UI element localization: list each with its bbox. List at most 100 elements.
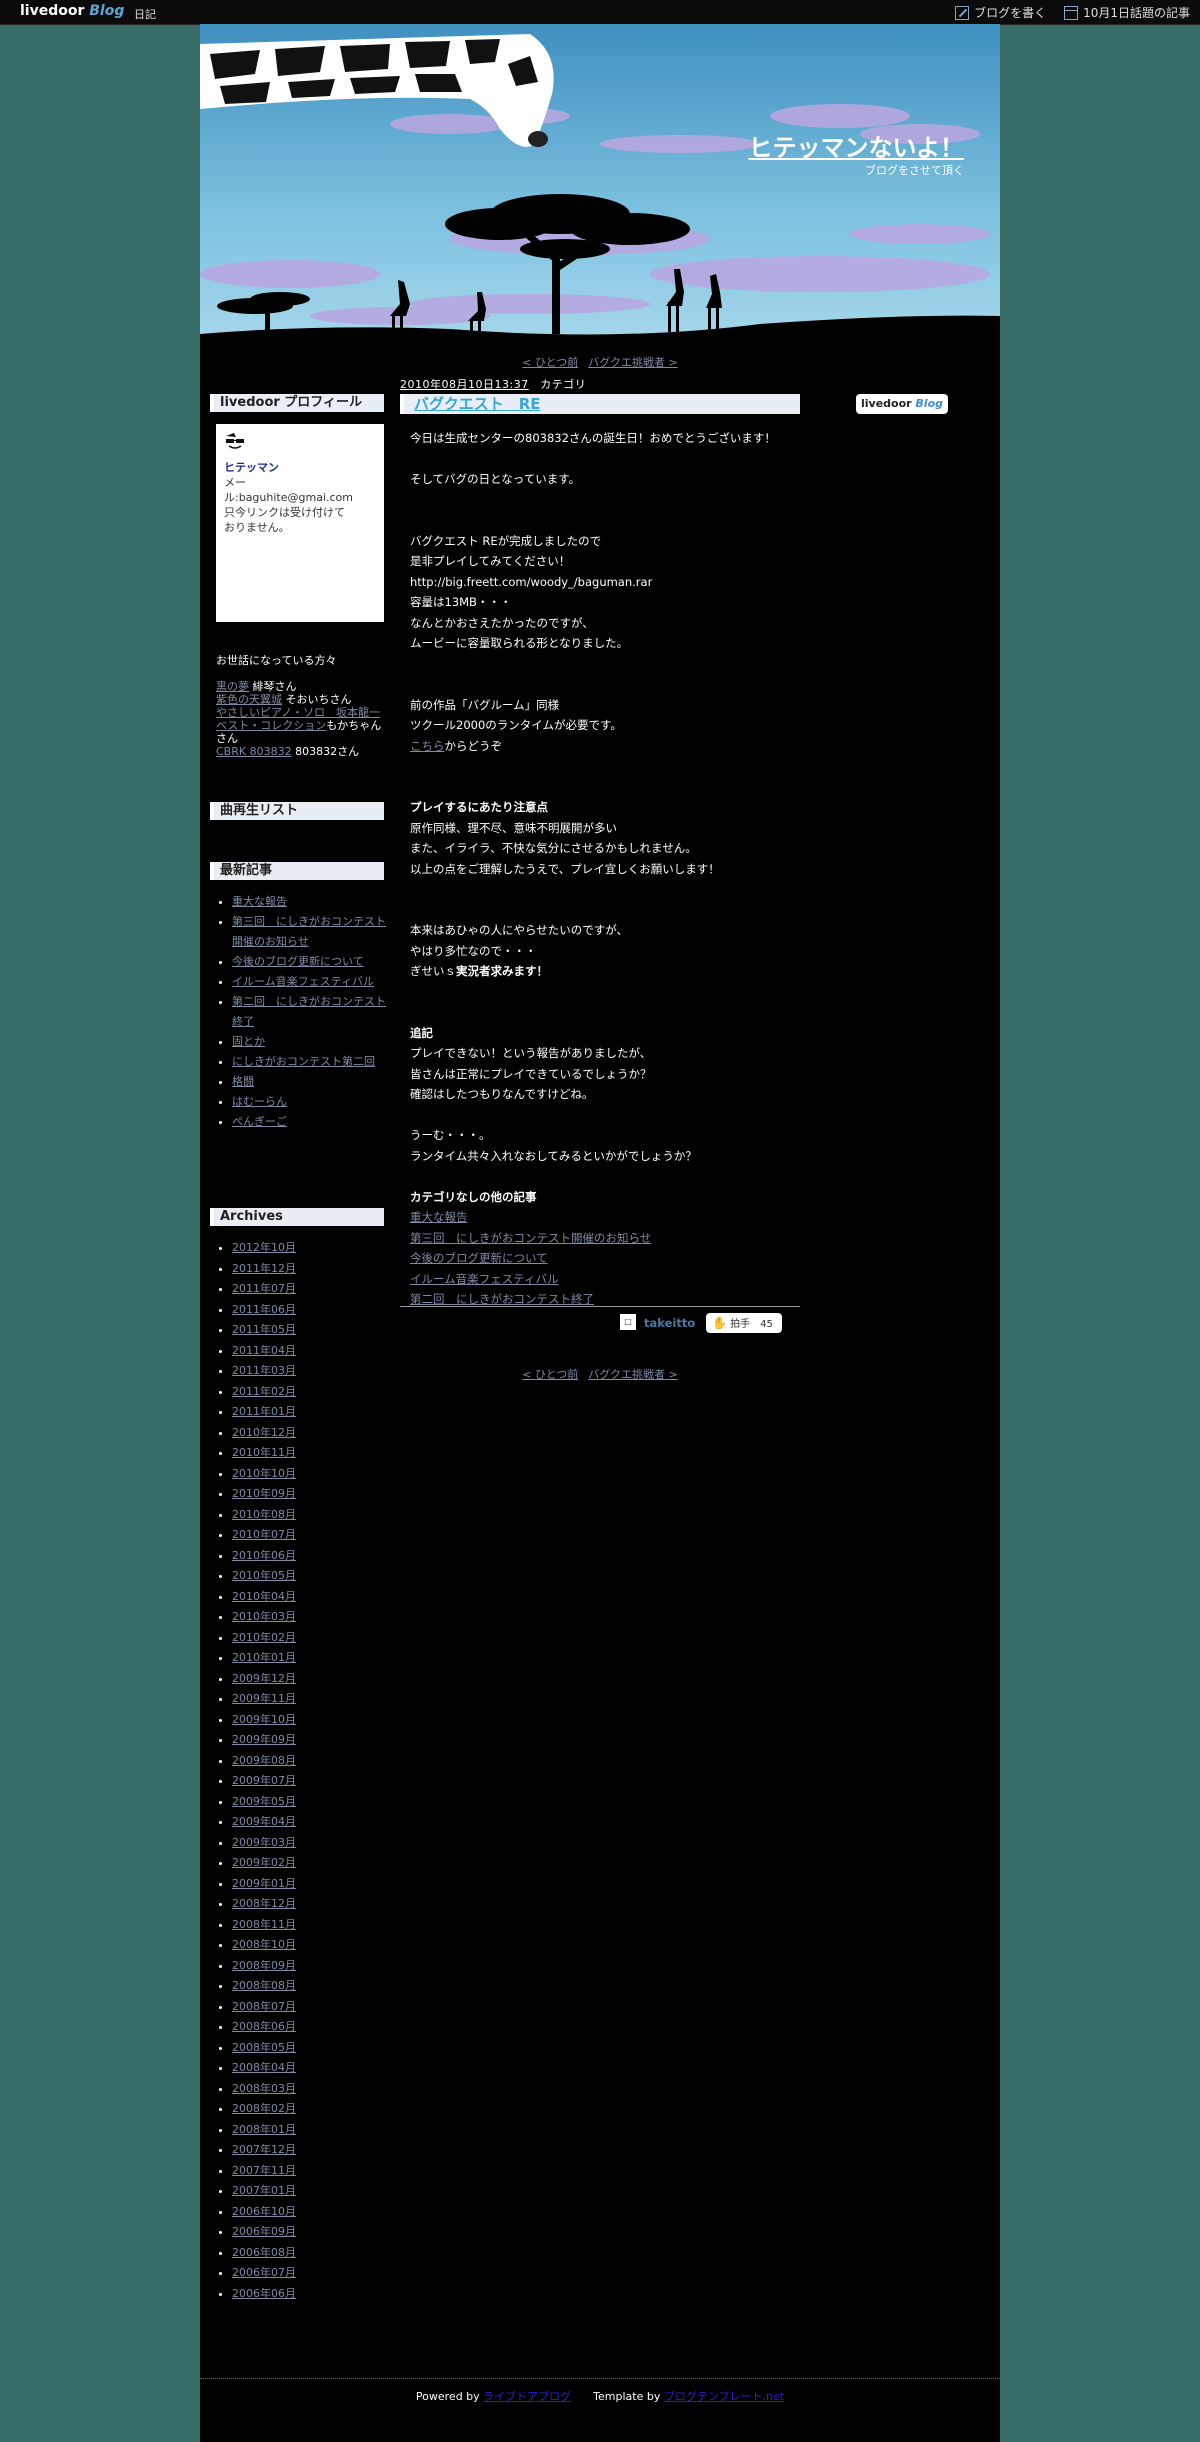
- friend-link[interactable]: 紫色の天翼城: [216, 693, 282, 706]
- archive-month-link[interactable]: 2007年11月: [232, 2164, 296, 2177]
- friend-link[interactable]: やさしいピアノ・ソロ 坂本龍一: [216, 706, 380, 719]
- next-post-link[interactable]: バグクエ挑戦者 >: [588, 356, 678, 369]
- recent-post-link[interactable]: にしきがおコンテスト第二回: [232, 1055, 375, 1068]
- clap-button[interactable]: ✋ 拍手 45: [706, 1313, 782, 1333]
- page-container: ヒテッマンないよ！ ブログをさせて頂く < ひとつ前 バグクエ挑戦者 > live…: [200, 24, 1000, 2442]
- livedoor-blog-logo[interactable]: livedoor Blog: [20, 3, 124, 19]
- archive-month-link[interactable]: 2008年11月: [232, 1918, 296, 1931]
- recent-post-link[interactable]: 固とか: [232, 1035, 265, 1048]
- archive-month-link[interactable]: 2009年05月: [232, 1795, 296, 1808]
- post-category: カテゴリ: [540, 378, 587, 391]
- archive-month-link[interactable]: 2009年09月: [232, 1733, 296, 1746]
- recent-post-link[interactable]: 重大な報告: [232, 895, 287, 908]
- archive-month-link[interactable]: 2011年06月: [232, 1303, 296, 1316]
- archive-month-link[interactable]: 2006年06月: [232, 2287, 296, 2300]
- archive-month-link[interactable]: 2012年10月: [232, 1241, 296, 1254]
- author-avatar-icon[interactable]: □: [620, 1314, 636, 1330]
- recent-post-link[interactable]: 第二回 にしきがおコンテスト終了: [232, 995, 386, 1028]
- archive-month-link[interactable]: 2011年05月: [232, 1323, 296, 1336]
- archive-month-link[interactable]: 2008年09月: [232, 1959, 296, 1972]
- archive-month-item: 2010年10月: [232, 1464, 296, 1485]
- friend-link[interactable]: 黒の夢: [216, 680, 249, 693]
- related-post-link[interactable]: 第三回 にしきがおコンテスト開催のお知らせ: [410, 1231, 651, 1245]
- archive-month-item: 2010年09月: [232, 1484, 296, 1505]
- archive-month-link[interactable]: 2009年01月: [232, 1877, 296, 1890]
- recent-post-link[interactable]: イルーム音楽フェスティバル: [232, 975, 374, 988]
- archive-month-link[interactable]: 2006年09月: [232, 2225, 296, 2238]
- archive-month-link[interactable]: 2008年01月: [232, 2123, 296, 2136]
- next-post-link[interactable]: バグクエ挑戦者 >: [588, 1368, 678, 1381]
- prev-post-link[interactable]: < ひとつ前: [522, 356, 578, 369]
- post-text: なんとかおさえたかったのですが、: [410, 615, 594, 630]
- related-post-link[interactable]: 重大な報告: [410, 1210, 468, 1224]
- archive-month-link[interactable]: 2010年11月: [232, 1446, 296, 1459]
- archive-month-link[interactable]: 2006年07月: [232, 2266, 296, 2279]
- archive-month-link[interactable]: 2009年03月: [232, 1836, 296, 1849]
- archive-month-link[interactable]: 2006年08月: [232, 2246, 296, 2259]
- archive-month-link[interactable]: 2009年10月: [232, 1713, 296, 1726]
- profile-name[interactable]: ヒテッマン: [224, 460, 376, 475]
- archive-month-link[interactable]: 2009年04月: [232, 1815, 296, 1828]
- archive-month-link[interactable]: 2008年05月: [232, 2041, 296, 2054]
- post-author-link[interactable]: takeitto: [644, 1316, 695, 1330]
- archive-month-link[interactable]: 2009年02月: [232, 1856, 296, 1869]
- archive-month-link[interactable]: 2011年01月: [232, 1405, 296, 1418]
- recent-post-link[interactable]: 格闘: [232, 1075, 254, 1088]
- livedoor-blog-footer-link[interactable]: ライブドアブログ: [483, 2390, 571, 2403]
- topic-articles-link[interactable]: 10月1日話題の記事: [1064, 4, 1190, 21]
- archive-month-link[interactable]: 2009年11月: [232, 1692, 296, 1705]
- archive-month-link[interactable]: 2008年04月: [232, 2061, 296, 2074]
- archive-month-link[interactable]: 2009年08月: [232, 1754, 296, 1767]
- archive-month-link[interactable]: 2009年12月: [232, 1672, 296, 1685]
- archive-month-link[interactable]: 2011年12月: [232, 1262, 296, 1275]
- archive-month-link[interactable]: 2010年06月: [232, 1549, 296, 1562]
- archive-month-link[interactable]: 2009年07月: [232, 1774, 296, 1787]
- post-title-link[interactable]: バグクエスト RE: [414, 395, 541, 413]
- archive-month-link[interactable]: 2010年03月: [232, 1610, 296, 1623]
- archive-month-link[interactable]: 2006年10月: [232, 2205, 296, 2218]
- archive-month-link[interactable]: 2008年03月: [232, 2082, 296, 2095]
- archive-month-link[interactable]: 2010年04月: [232, 1590, 296, 1603]
- post-text: 本来はあひゃの人にやらせたいのですが、: [410, 923, 629, 937]
- template-credit-link[interactable]: ブログテンプレート.net: [664, 2390, 784, 2403]
- post-date-link[interactable]: 2010年08月10日13:37: [400, 378, 529, 391]
- post-body: 今日は生成センターの803832さんの誕生日！おめでとうございます！ そしてバグ…: [410, 428, 800, 1310]
- diary-link[interactable]: 日記: [134, 6, 156, 22]
- archive-month-link[interactable]: 2010年07月: [232, 1528, 296, 1541]
- related-post-link[interactable]: 今後のブログ更新について: [410, 1251, 548, 1265]
- archive-month-link[interactable]: 2008年02月: [232, 2102, 296, 2115]
- recent-post-link[interactable]: はむーらん: [232, 1095, 287, 1108]
- archive-month-link[interactable]: 2008年08月: [232, 1979, 296, 1992]
- archive-month-link[interactable]: 2011年07月: [232, 1282, 296, 1295]
- archive-month-link[interactable]: 2010年08月: [232, 1508, 296, 1521]
- archive-month-item: 2010年06月: [232, 1546, 296, 1567]
- livedoor-blog-badge[interactable]: livedoor Blog: [856, 394, 948, 414]
- recent-post-link[interactable]: 第三回 にしきがおコンテスト開催のお知らせ: [232, 915, 386, 948]
- archive-month-link[interactable]: 2008年06月: [232, 2020, 296, 2033]
- archive-month-link[interactable]: 2010年10月: [232, 1467, 296, 1480]
- archive-month-link[interactable]: 2010年05月: [232, 1569, 296, 1582]
- archive-month-link[interactable]: 2010年01月: [232, 1651, 296, 1664]
- recent-post-item: はむーらん: [232, 1092, 386, 1112]
- archive-month-link[interactable]: 2008年10月: [232, 1938, 296, 1951]
- archive-month-link[interactable]: 2010年02月: [232, 1631, 296, 1644]
- related-post-link[interactable]: 第二回 にしきがおコンテスト終了: [410, 1292, 594, 1306]
- friend-link[interactable]: ベスト・コレクション: [216, 719, 326, 732]
- related-post-link[interactable]: イルーム音楽フェスティバル: [410, 1272, 558, 1286]
- archive-month-link[interactable]: 2008年12月: [232, 1897, 296, 1910]
- archive-month-link[interactable]: 2010年12月: [232, 1426, 296, 1439]
- prev-post-link[interactable]: < ひとつ前: [522, 1368, 578, 1381]
- archive-month-link[interactable]: 2010年09月: [232, 1487, 296, 1500]
- archive-month-link[interactable]: 2008年07月: [232, 2000, 296, 2013]
- write-blog-link[interactable]: ブログを書く: [955, 4, 1046, 21]
- recent-post-link[interactable]: 今後のブログ更新について: [232, 955, 364, 968]
- friend-link[interactable]: CBRK 803832: [216, 745, 292, 758]
- archive-month-link[interactable]: 2011年02月: [232, 1385, 296, 1398]
- archive-month-link[interactable]: 2007年01月: [232, 2184, 296, 2197]
- archive-month-link[interactable]: 2011年04月: [232, 1344, 296, 1357]
- runtime-link[interactable]: こちら: [410, 739, 445, 753]
- archive-month-link[interactable]: 2007年12月: [232, 2143, 296, 2156]
- blog-title-link[interactable]: ヒテッマンないよ！: [748, 128, 964, 163]
- recent-post-link[interactable]: ぺんぎーご: [232, 1115, 287, 1128]
- related-post-item: イルーム音楽フェスティバル: [410, 1269, 800, 1290]
